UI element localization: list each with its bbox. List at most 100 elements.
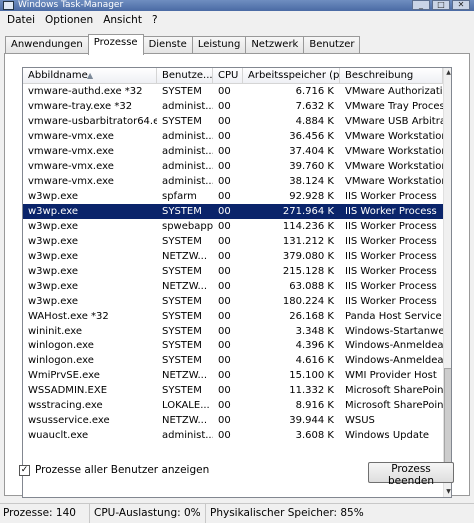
cell-user: SYSTEM	[162, 340, 202, 352]
end-process-button[interactable]: Prozess beenden	[368, 462, 454, 487]
cell-cpu: 00	[218, 340, 231, 352]
close-icon[interactable]: ✕	[452, 0, 470, 10]
column-header-row: Abbildname ▲ Benutze... CPU Arbeitsspeic…	[23, 68, 443, 84]
menu-help[interactable]: ?	[147, 12, 163, 28]
table-row[interactable]: w3wp.exe SYSTEM 00 180.224 K IIS Worker Proc…	[23, 294, 443, 309]
cell-description: IIS Worker Process	[345, 205, 437, 217]
table-row[interactable]: wsusservice.exe NETZW... 00 39.944 K WSUS	[23, 413, 443, 428]
table-row[interactable]: vmware-vmx.exe administ... 00 39.760 K VMwar…	[23, 159, 443, 174]
menu-ansicht[interactable]: Ansicht	[98, 12, 147, 28]
cell-description: VMware Tray Process	[345, 100, 443, 112]
tab-strip: Anwendungen Prozesse Dienste Leistung Ne…	[5, 34, 361, 55]
cell-user: administ...	[162, 175, 213, 187]
cell-name: vmware-vmx.exe	[28, 175, 114, 187]
table-row[interactable]: vmware-authd.exe *32 SYSTEM 00 6.716 K VMwar…	[23, 84, 443, 99]
cell-cpu: 00	[218, 220, 231, 232]
cell-name: w3wp.exe	[28, 205, 78, 217]
menu-optionen[interactable]: Optionen	[40, 12, 98, 28]
cell-description: VMware Workstation VM	[345, 130, 443, 142]
show-all-users-checkbox[interactable]: ✓	[19, 464, 30, 476]
cell-memory: 36.456 K	[289, 130, 334, 142]
cell-user: SYSTEM	[162, 265, 202, 277]
tab-prozesse[interactable]: Prozesse	[87, 34, 144, 55]
cell-cpu: 00	[218, 265, 231, 277]
cell-cpu: 00	[218, 100, 231, 112]
cell-user: SYSTEM	[162, 205, 202, 217]
title-bar[interactable]: Windows Task-Manager _ □ ✕	[0, 0, 474, 11]
table-row[interactable]: vmware-vmx.exe administ... 00 38.124 K VMwar…	[23, 174, 443, 189]
cell-description: Windows-Anmeldeanwendung	[345, 355, 443, 367]
process-list[interactable]: Abbildname ▲ Benutze... CPU Arbeitsspeic…	[22, 67, 452, 498]
cell-user: LOKALE...	[162, 400, 210, 412]
status-physical-memory: Physikalischer Speicher: 85%	[210, 507, 364, 519]
minimize-icon[interactable]: _	[412, 0, 430, 10]
window-controls: _ □ ✕	[412, 0, 470, 11]
cell-description: VMware USB Arbitration	[345, 115, 443, 127]
table-row[interactable]: winlogon.exe SYSTEM 00 4.616 K Windows-Anmel…	[23, 353, 443, 368]
table-row[interactable]: w3wp.exe spfarm 00 92.928 K IIS Worker Proce…	[23, 189, 443, 204]
table-row[interactable]: WAHost.exe *32 SYSTEM 00 26.168 K Panda Host…	[23, 309, 443, 324]
tab-dienste[interactable]: Dienste	[142, 36, 193, 54]
cell-cpu: 00	[218, 310, 231, 322]
cell-cpu: 00	[218, 205, 231, 217]
cell-user: administ...	[162, 430, 213, 442]
cell-name: w3wp.exe	[28, 280, 78, 292]
cell-description: IIS Worker Process	[345, 190, 437, 202]
cell-name: vmware-vmx.exe	[28, 145, 114, 157]
cell-description: IIS Worker Process	[345, 220, 437, 232]
tab-benutzer[interactable]: Benutzer	[303, 36, 361, 54]
window-title: Windows Task-Manager	[18, 0, 124, 10]
processes-panel: Abbildname ▲ Benutze... CPU Arbeitsspeic…	[4, 53, 470, 498]
cell-cpu: 00	[218, 145, 231, 157]
cell-name: winlogon.exe	[28, 355, 94, 367]
scroll-up-icon[interactable]: ▲	[444, 68, 451, 78]
table-row[interactable]: w3wp.exe SYSTEM 00 131.212 K IIS Worker Proc…	[23, 234, 443, 249]
column-header-name[interactable]: Abbildname ▲	[23, 68, 157, 84]
column-header-user[interactable]: Benutze...	[157, 68, 213, 84]
cell-user: spfarm	[162, 190, 197, 202]
cell-name: wsstracing.exe	[28, 400, 103, 412]
cell-description: WSUS	[345, 415, 375, 427]
process-rows: vmware-authd.exe *32 SYSTEM 00 6.716 K VMwar…	[23, 84, 443, 443]
column-header-description[interactable]: Beschreibung	[340, 68, 443, 84]
cell-memory: 15.100 K	[289, 370, 334, 382]
column-header-memory[interactable]: Arbeitsspeicher (p...	[243, 68, 340, 84]
tab-leistung[interactable]: Leistung	[191, 36, 247, 54]
cell-memory: 39.760 K	[289, 160, 334, 172]
table-row[interactable]: WmiPrvSE.exe NETZW... 00 15.100 K WMI Provid…	[23, 368, 443, 383]
menu-datei[interactable]: Datei	[2, 12, 40, 28]
table-row[interactable]: wsstracing.exe LOKALE... 00 8.916 K Microsof…	[23, 398, 443, 413]
cell-user: SYSTEM	[162, 325, 202, 337]
cell-name: WmiPrvSE.exe	[28, 370, 100, 382]
show-all-users-option: ✓ Prozesse aller Benutzer anzeigen	[19, 464, 209, 476]
cell-description: Panda Host Service	[345, 310, 442, 322]
cell-name: winlogon.exe	[28, 340, 94, 352]
tab-netzwerk[interactable]: Netzwerk	[245, 36, 305, 54]
table-row[interactable]: vmware-vmx.exe administ... 00 36.456 K VMwar…	[23, 129, 443, 144]
cell-description: VMware Workstation VM	[345, 145, 443, 157]
tab-anwendungen[interactable]: Anwendungen	[5, 36, 89, 54]
vertical-scrollbar[interactable]: ▲ ▼	[443, 68, 451, 497]
table-row[interactable]: w3wp.exe NETZW... 00 379.080 K IIS Worker Pr…	[23, 249, 443, 264]
cell-user: administ...	[162, 145, 213, 157]
cell-memory: 39.944 K	[289, 415, 334, 427]
scroll-down-icon[interactable]: ▼	[444, 487, 451, 497]
table-row[interactable]: vmware-vmx.exe administ... 00 37.404 K VMwar…	[23, 144, 443, 159]
table-row[interactable]: vmware-usbarbitrator64.exe SYSTEM 00 4.884 …	[23, 114, 443, 129]
column-header-cpu[interactable]: CPU	[213, 68, 243, 84]
table-row[interactable]: w3wp.exe SYSTEM 00 215.128 K IIS Worker Proc…	[23, 264, 443, 279]
table-row[interactable]: winlogon.exe SYSTEM 00 4.396 K Windows-Anmel…	[23, 338, 443, 353]
cell-memory: 4.616 K	[295, 355, 334, 367]
table-row[interactable]: w3wp.exe NETZW... 00 63.088 K IIS Worker Pro…	[23, 279, 443, 294]
maximize-icon[interactable]: □	[432, 0, 450, 10]
cell-cpu: 00	[218, 385, 231, 397]
table-row[interactable]: WSSADMIN.EXE SYSTEM 00 11.332 K Microsoft Sh…	[23, 383, 443, 398]
cell-memory: 8.916 K	[295, 400, 334, 412]
table-row[interactable]: vmware-tray.exe *32 administ... 00 7.632 K V…	[23, 99, 443, 114]
table-row[interactable]: w3wp.exe SYSTEM 00 271.964 K IIS Worker Proc…	[23, 203, 443, 219]
cell-name: vmware-usbarbitrator64.exe	[28, 115, 157, 127]
menu-bar: Datei Optionen Ansicht ?	[0, 11, 474, 28]
table-row[interactable]: wininit.exe SYSTEM 00 3.348 K Windows-Starta…	[23, 324, 443, 339]
table-row[interactable]: wuauclt.exe administ... 00 3.608 K Windows U…	[23, 428, 443, 443]
table-row[interactable]: w3wp.exe spwebapp 00 114.236 K IIS Worker Pr…	[23, 219, 443, 234]
